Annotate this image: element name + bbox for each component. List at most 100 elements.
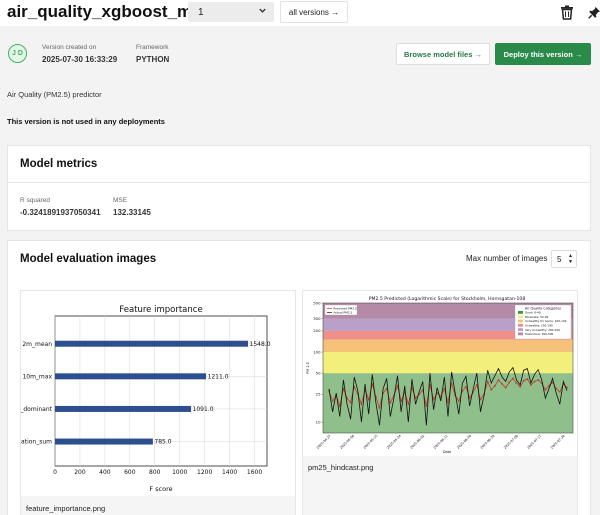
y-tick-label: 10m_max <box>22 374 52 381</box>
metric-label-r-squared: R squared <box>20 197 50 204</box>
bar-value-label: 1548.0 <box>250 341 271 348</box>
browse-model-files-button[interactable]: Browse model files → <box>396 43 490 65</box>
all-versions-button[interactable]: all versions → <box>280 1 348 23</box>
bar <box>55 405 192 412</box>
y-tick-label: 10 <box>316 419 321 424</box>
data-point <box>522 379 525 382</box>
data-point <box>378 406 381 409</box>
data-point <box>537 379 540 381</box>
feature-importance-chart: Feature importance 1548.0 1211.0 1091.0 785… <box>21 291 295 496</box>
x-tick-label: 2025-04-27 <box>316 434 332 450</box>
data-point <box>349 401 352 404</box>
max-images-select[interactable]: 5 ▲ ▼ <box>551 250 577 268</box>
x-tick-label: 2025-05-24 <box>386 434 402 450</box>
data-point <box>389 401 392 404</box>
max-images-value: 5 <box>557 254 562 264</box>
chart-title: PM2.5 Predicted (Logarithmic Scale) for … <box>369 296 526 302</box>
data-point <box>558 390 561 393</box>
aq-band <box>323 339 573 353</box>
bar <box>55 340 249 347</box>
avatar: J D <box>8 44 27 63</box>
data-point <box>533 380 536 383</box>
y-tick-label: 2m_mean <box>22 341 52 348</box>
x-tick-label: 2025-06-29 <box>480 434 496 450</box>
data-point <box>367 398 370 401</box>
data-point <box>331 400 334 402</box>
legend-swatch <box>518 315 523 319</box>
x-tick-label: 2025-06-02 <box>409 434 425 450</box>
data-point <box>465 385 467 388</box>
metrics-title: Model metrics <box>20 158 98 170</box>
aq-band <box>323 352 573 374</box>
y-tick-label: _dominant <box>21 406 53 413</box>
legend-swatch <box>518 332 523 336</box>
updown-chevron-icon: ▲ ▼ <box>568 253 573 265</box>
x-tick-label: 2025-05-15 <box>363 434 379 450</box>
data-point <box>360 403 363 406</box>
x-tick-label: 2025-06-20 <box>456 434 472 450</box>
x-tick-label: 600 <box>124 469 136 476</box>
x-tick-label: 2025-07-26 <box>550 434 566 450</box>
chart-title: Feature importance <box>119 305 202 315</box>
x-tick-label: 1000 <box>172 469 187 476</box>
data-point <box>407 403 410 406</box>
metric-label-mse: MSE <box>113 197 128 204</box>
legend-label: Hazardous: 300-500 <box>525 332 554 336</box>
data-point <box>512 377 514 380</box>
x-tick-label: 2025-05-06 <box>339 434 355 450</box>
data-point <box>508 381 511 384</box>
image-caption: pm25_hindcast.png <box>308 463 374 472</box>
image-card-pm25-hindcast[interactable]: PM2.5 Predicted (Logarithmic Scale) for … <box>302 290 578 515</box>
metric-value-r-squared: -0.3241891937050341 <box>20 208 101 217</box>
deploy-version-button[interactable]: Deploy this version → <box>495 43 591 65</box>
legend-swatch <box>518 311 523 314</box>
legend-swatch <box>518 328 523 331</box>
trash-icon[interactable] <box>558 3 576 21</box>
model-description: Air Quality (PM2.5) predictor <box>7 90 102 99</box>
data-point <box>457 400 460 402</box>
metric-value-mse: 132.33145 <box>113 208 151 217</box>
y-tick-label: 500 <box>313 300 321 305</box>
framework-label: Framework <box>136 44 169 51</box>
image-card-feature-importance[interactable]: Feature importance 1548.0 1211.0 1091.0 785… <box>20 290 296 515</box>
evaluation-title: Model evaluation images <box>20 253 157 265</box>
bar-value-label: 1211.0 <box>208 374 229 381</box>
y-tick-label: 300 <box>313 316 321 321</box>
data-point <box>519 385 522 388</box>
x-tick-label: 800 <box>149 469 161 476</box>
max-images-label: Max number of images <box>466 254 548 263</box>
version-select[interactable]: 1 <box>188 2 274 22</box>
data-point <box>493 384 496 387</box>
y-tick-label: 200 <box>313 328 321 333</box>
x-tick-label: 2025-07-08 <box>503 434 519 450</box>
bar-value-label: 785.0 <box>154 439 171 446</box>
pin-icon[interactable] <box>585 3 600 21</box>
data-point <box>425 405 428 407</box>
model-metrics-card: Model metrics R squared -0.3241891937050… <box>7 145 591 231</box>
x-tick-label: 1400 <box>222 469 237 476</box>
data-point <box>504 386 507 389</box>
data-point <box>526 378 529 381</box>
image-caption: feature_importance.png <box>26 504 106 513</box>
x-tick-label: 2025-07-17 <box>526 434 542 450</box>
top-bar: air_quality_xgboost_model 1 all versions… <box>0 0 600 26</box>
data-point <box>486 380 489 383</box>
y-tick-label: 100 <box>313 349 321 354</box>
legend-label: Actual PM2.5 <box>334 311 353 315</box>
framework-value: PYTHON <box>136 55 170 64</box>
data-point <box>530 383 532 386</box>
bar-value-label: 1091.0 <box>193 406 214 413</box>
data-point <box>501 383 503 385</box>
deployment-status: This version is not used in any deployme… <box>7 117 165 126</box>
legend-swatch <box>518 319 523 323</box>
x-tick-label: 2025-06-11 <box>433 434 449 450</box>
x-axis-label: Date <box>443 450 451 454</box>
divider <box>8 182 590 183</box>
created-value: 2025-07-30 16:33:29 <box>42 55 118 64</box>
legend-swatch <box>518 323 523 327</box>
pm25-hindcast-chart: PM2.5 Predicted (Logarithmic Scale) for … <box>303 291 577 456</box>
bar <box>55 373 207 380</box>
y-tick-label: 50 <box>316 370 321 375</box>
data-point <box>497 379 500 381</box>
data-point <box>447 401 449 404</box>
